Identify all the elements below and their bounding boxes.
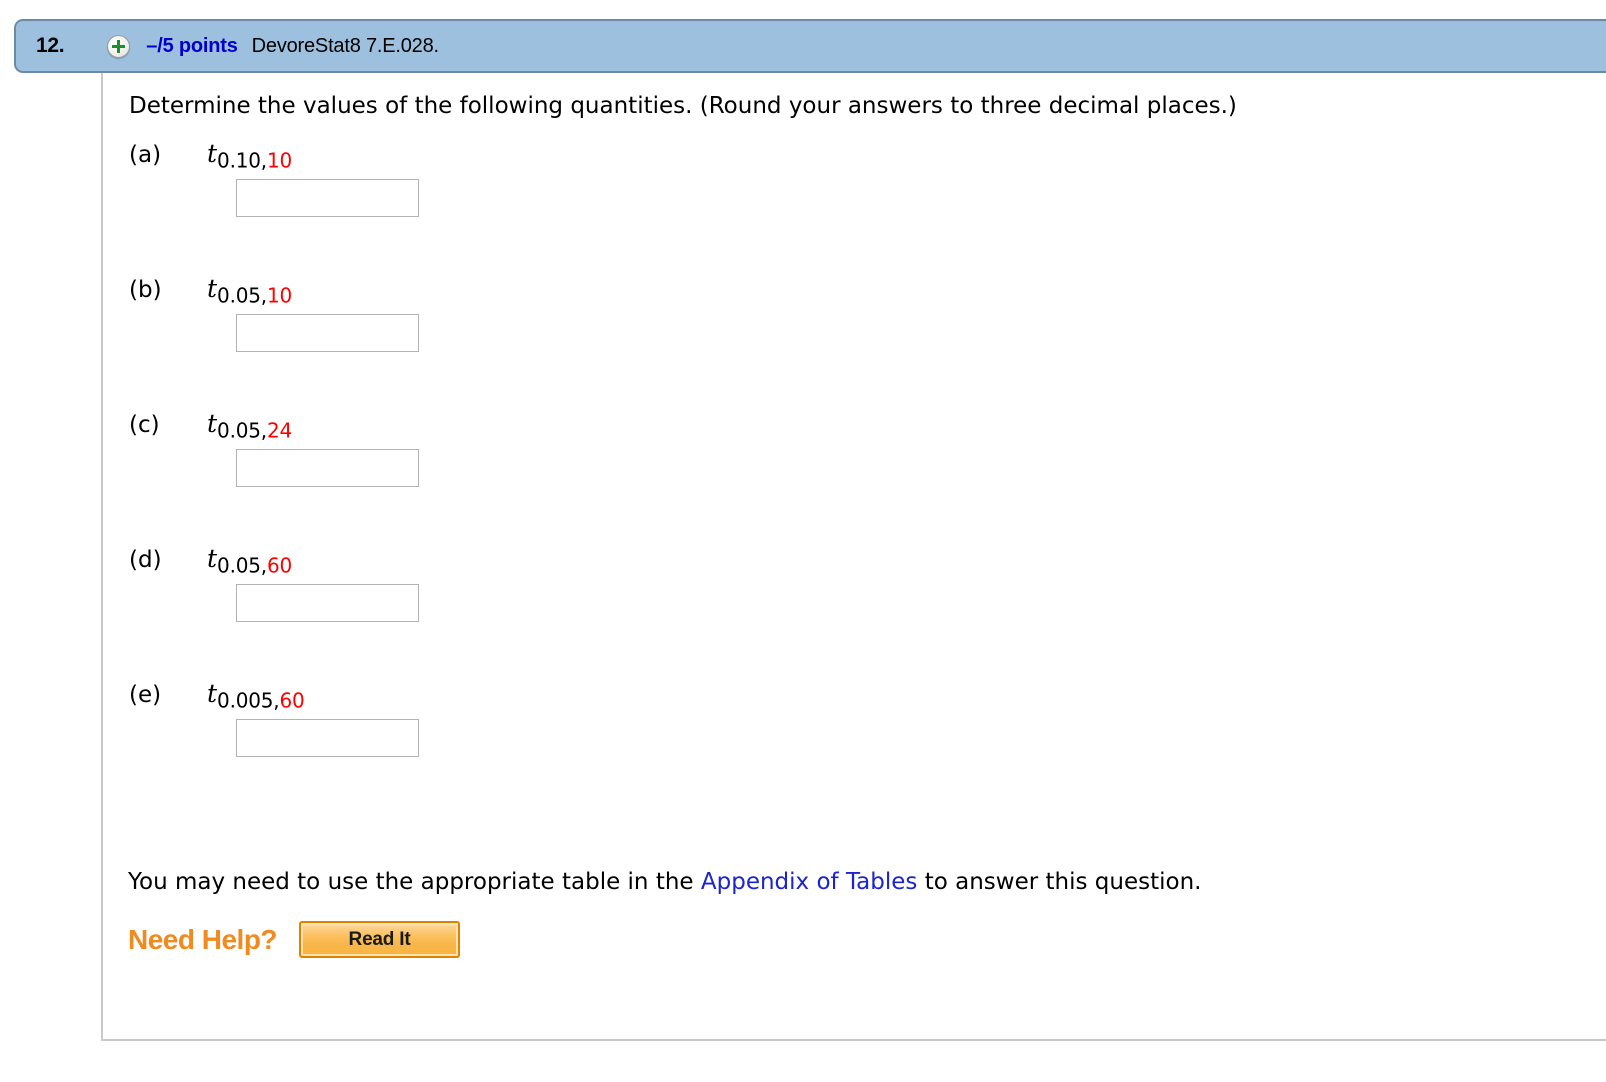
part-a-variable: t (207, 139, 218, 168)
need-help-row: Need Help? Read It (128, 921, 461, 958)
read-it-button-label: Read It (348, 928, 411, 950)
assignment-code: DevoreStat8 7.E.028. (251, 34, 439, 57)
part-b: (b) t0.05,10 (129, 274, 419, 352)
part-a-subscript-alpha: 0.10, (217, 148, 267, 173)
part-c-subscript-df: 24 (266, 418, 292, 443)
question-content-panel: Determine the values of the following qu… (101, 73, 1606, 1041)
part-a-subscript-df: 10 (266, 148, 292, 173)
part-d-expression: t0.05,60 (207, 544, 292, 578)
plus-circle-icon[interactable] (107, 34, 131, 58)
part-c: (c) t0.05,24 (129, 409, 419, 487)
part-b-subscript-alpha: 0.05, (217, 283, 267, 308)
part-e-variable: t (207, 679, 218, 708)
answer-input-a[interactable] (236, 179, 419, 217)
part-d-subscript-alpha: 0.05, (217, 553, 267, 578)
part-e-letter: (e) (129, 682, 162, 708)
answer-input-c[interactable] (236, 449, 419, 487)
part-d-letter: (d) (129, 547, 162, 573)
part-e-label-row: (e) t0.005,60 (129, 679, 305, 713)
part-d-variable: t (207, 544, 218, 573)
part-e-expression: t0.005,60 (207, 679, 305, 713)
question-header-bar: 12. –/5 points DevoreStat8 7.E.028. (14, 19, 1606, 73)
answer-input-e[interactable] (236, 719, 419, 757)
part-a-expression: t0.10,10 (207, 139, 292, 173)
part-d-label-row: (d) t0.05,60 (129, 544, 292, 578)
part-b-label-row: (b) t0.05,10 (129, 274, 292, 308)
appendix-of-tables-link[interactable]: Appendix of Tables (701, 869, 918, 895)
part-d: (d) t0.05,60 (129, 544, 419, 622)
part-c-subscript-alpha: 0.05, (217, 418, 267, 443)
appendix-note: You may need to use the appropriate tabl… (128, 869, 1201, 895)
part-d-subscript-df: 60 (266, 553, 292, 578)
question-prompt: Determine the values of the following qu… (129, 93, 1237, 119)
read-it-button[interactable]: Read It (299, 921, 461, 958)
part-b-variable: t (207, 274, 218, 303)
part-c-label-row: (c) t0.05,24 (129, 409, 292, 443)
part-e-subscript-df: 60 (279, 688, 305, 713)
points-label: –/5 points (146, 34, 238, 57)
part-c-variable: t (207, 409, 218, 438)
part-a: (a) t0.10,10 (129, 139, 419, 217)
part-e: (e) t0.005,60 (129, 679, 419, 757)
part-e-subscript-alpha: 0.005, (217, 688, 280, 713)
part-b-expression: t0.05,10 (207, 274, 292, 308)
appendix-note-before: You may need to use the appropriate tabl… (128, 869, 701, 895)
need-help-label: Need Help? (128, 923, 278, 955)
part-a-letter: (a) (129, 142, 162, 168)
question-number: 12. (36, 34, 65, 57)
appendix-note-after: to answer this question. (917, 869, 1202, 895)
answer-input-b[interactable] (236, 314, 419, 352)
part-b-subscript-df: 10 (266, 283, 292, 308)
part-c-letter: (c) (129, 412, 160, 438)
answer-input-d[interactable] (236, 584, 419, 622)
part-c-expression: t0.05,24 (207, 409, 292, 443)
part-a-label-row: (a) t0.10,10 (129, 139, 292, 173)
part-b-letter: (b) (129, 277, 162, 303)
